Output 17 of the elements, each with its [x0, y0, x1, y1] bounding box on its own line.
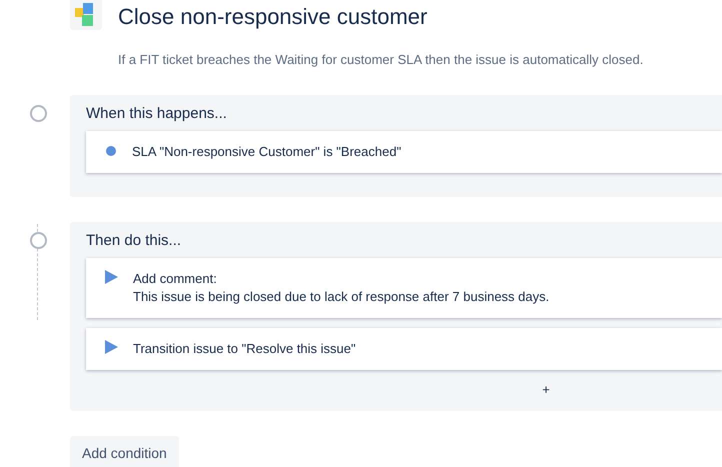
step-node: [30, 105, 47, 122]
add-button[interactable]: +: [540, 382, 552, 397]
rule-description: If a FIT ticket breaches the Waiting for customer SLA then the issue is automatically closed.: [118, 52, 644, 68]
add-condition-button[interactable]: Add condition: [70, 436, 179, 467]
rule-title: Close non-responsive customer: [118, 4, 428, 30]
action-card[interactable]: Transition issue to "Resolve this issue": [86, 328, 722, 370]
action-card[interactable]: Add comment: This issue is being closed due to lack of response after 7 business days.: [86, 258, 722, 318]
card-text: SLA "Non-responsive Customer" is "Breached": [132, 143, 402, 161]
step-node: [30, 232, 47, 249]
card-text: Add comment: This issue is being closed due to lack of response after 7 business days.: [133, 270, 550, 306]
condition-card[interactable]: SLA "Non-responsive Customer" is "Breached": [86, 131, 722, 173]
play-icon: [105, 270, 118, 284]
section-heading: When this happens...: [86, 105, 227, 123]
card-text: Transition issue to "Resolve this issue": [133, 340, 356, 358]
play-icon: [105, 340, 118, 354]
dot-icon: [106, 146, 116, 156]
section-heading: Then do this...: [86, 232, 182, 250]
